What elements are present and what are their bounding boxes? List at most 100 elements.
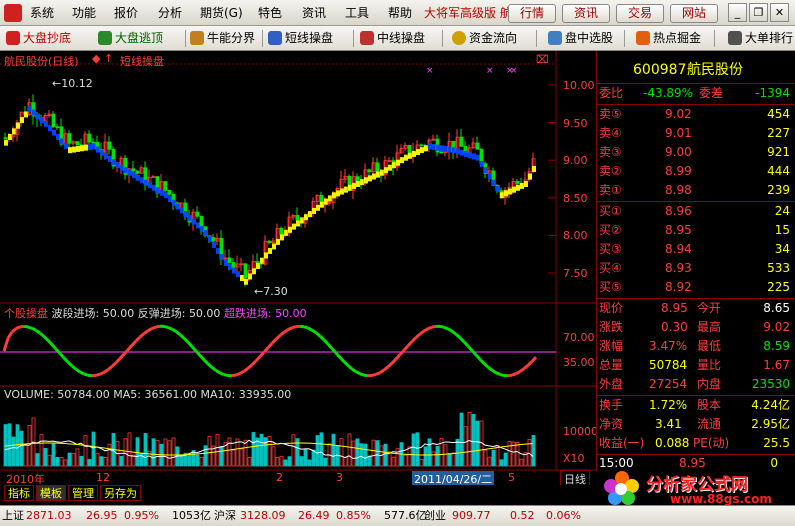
sell-row-3[interactable]: 卖③ 9.00 921 (597, 143, 795, 162)
trend-ribbon-segment (320, 201, 324, 208)
candle-body (375, 162, 380, 174)
osc-segment (122, 348, 130, 356)
sell-row-1[interactable]: 卖① 8.98 239 (597, 181, 795, 200)
trend-ribbon-segment (212, 241, 216, 248)
cy-change: 0.52 (510, 509, 535, 522)
osc-segment (474, 353, 482, 361)
buy-row-4[interactable]: 买④ 8.93 533 (597, 259, 795, 278)
trend-ribbon-segment (76, 145, 80, 152)
volume-bar (451, 452, 456, 467)
menu-analysis[interactable]: 分析 (158, 0, 182, 26)
sell-row-5[interactable]: 卖⑤ 9.02 454 (597, 105, 795, 124)
buy-row-2[interactable]: 买② 8.95 15 (597, 221, 795, 240)
toolbar-big-orders[interactable]: 大单排行 (728, 26, 793, 50)
trend-ribbon-segment (428, 143, 432, 150)
sz-percent: 0.85% (336, 509, 371, 522)
osc-segment (147, 327, 153, 333)
trend-ribbon-segment (52, 129, 56, 136)
kline-chart[interactable]: × × × × 航民股份(日线) ◆ ↑ 短线操盘 ⌧ ←10.12 ←7.30 10… (0, 51, 598, 488)
sell-row-2[interactable]: 卖② 8.99 444 (597, 162, 795, 181)
menu-quote[interactable]: 报价 (114, 0, 138, 26)
menu-featured[interactable]: 特色 (258, 0, 282, 26)
osc-segment (66, 361, 74, 368)
osc-segment (274, 334, 282, 341)
toolbar-hotspot[interactable]: 热点掘金 (636, 26, 701, 50)
volume-bar (259, 433, 264, 467)
close-icon[interactable]: ✕ (770, 3, 789, 22)
trend-ribbon-segment (376, 171, 380, 178)
trend-ribbon-segment (448, 146, 452, 153)
stat-row: 涨幅 3.47% 最低 8.59 (599, 339, 790, 353)
restore-icon[interactable]: ❐ (749, 3, 768, 22)
sell-row-4[interactable]: 卖④ 9.01 227 (597, 124, 795, 143)
trend-ribbon-segment (128, 169, 132, 176)
trend-ribbon-segment (148, 182, 152, 189)
toolbar-intraday-picker[interactable]: 盘中选股 (548, 26, 613, 50)
sh-label: 上证 (2, 509, 24, 522)
tab-manage[interactable]: 管理 (68, 485, 98, 501)
menu-news[interactable]: 资讯 (302, 0, 326, 26)
trend-ribbon-segment (520, 182, 524, 189)
osc-segment (427, 325, 433, 331)
osc-segment (235, 372, 241, 377)
toolbar-capital-flow[interactable]: 资金流向 (452, 26, 517, 50)
trend-ribbon-segment (188, 214, 192, 221)
sh-amount: 1053亿 (172, 509, 211, 522)
website-button[interactable]: 网站 (670, 4, 718, 23)
tab-template[interactable]: 模板 (36, 485, 66, 501)
toolbar-bull-bear-line[interactable]: 牛能分界 (190, 26, 255, 50)
trend-ribbon-segment (92, 143, 96, 150)
volume-bar (347, 433, 352, 467)
trend-ribbon-segment (248, 273, 252, 280)
menu-function[interactable]: 功能 (72, 0, 96, 26)
menu-futures[interactable]: 期货(G) (200, 0, 243, 26)
volume-bar (267, 435, 272, 467)
sh-value: 2871.03 (26, 509, 72, 522)
osc-segment (439, 324, 445, 329)
volume-bar (123, 438, 128, 467)
quote-button[interactable]: 行情 (508, 4, 556, 23)
trend-ribbon-segment (404, 154, 408, 161)
osc-segment (178, 333, 186, 340)
trend-ribbon-segment (88, 144, 92, 151)
trend-ribbon-segment (228, 263, 232, 270)
trend-ribbon-segment (260, 257, 264, 264)
volume-bar (363, 443, 368, 467)
osc-segment (151, 325, 157, 330)
osc-segment (198, 354, 206, 361)
trend-ribbon-segment (116, 162, 120, 169)
buy-row-5[interactable]: 买⑤ 8.92 225 (597, 278, 795, 297)
trend-ribbon-segment (364, 177, 368, 184)
candle-body (167, 189, 172, 195)
tab-save-as[interactable]: 另存为 (100, 485, 141, 501)
toolbar-market-bottom[interactable]: 大盘抄底 (6, 26, 71, 50)
volume-bar (35, 453, 40, 467)
osc-segment (371, 372, 377, 377)
volume-bar (415, 432, 420, 467)
toolbar-short-term[interactable]: 短线操盘 (268, 26, 333, 50)
trade-button[interactable]: 交易 (616, 4, 664, 23)
candle-body (87, 133, 92, 143)
minimize-icon[interactable]: _ (728, 3, 747, 22)
osc-segment (15, 325, 21, 330)
volume-bar (91, 431, 96, 467)
buy-row-3[interactable]: 买③ 8.94 34 (597, 240, 795, 259)
buy-row-1[interactable]: 买① 8.96 24 (597, 202, 795, 221)
trend-ribbon-segment (524, 181, 528, 187)
coin-icon (452, 31, 466, 45)
news-button[interactable]: 资讯 (562, 4, 610, 23)
osc-segment (515, 370, 521, 376)
volume-bar (75, 448, 80, 467)
list-icon (728, 31, 742, 45)
osc-segment (71, 364, 77, 371)
toolbar-market-top[interactable]: 大盘逃顶 (98, 26, 163, 50)
chart-settings-icon[interactable]: ⌧ (536, 53, 549, 66)
volume-bar (395, 448, 400, 467)
osc-segment (334, 352, 342, 359)
volume-bar (491, 449, 496, 467)
menu-system[interactable]: 系统 (30, 0, 54, 26)
toolbar-mid-term[interactable]: 中线操盘 (360, 26, 425, 50)
menu-tools[interactable]: 工具 (345, 0, 369, 26)
menu-help[interactable]: 帮助 (388, 0, 412, 26)
tab-indicator[interactable]: 指标 (4, 485, 34, 501)
